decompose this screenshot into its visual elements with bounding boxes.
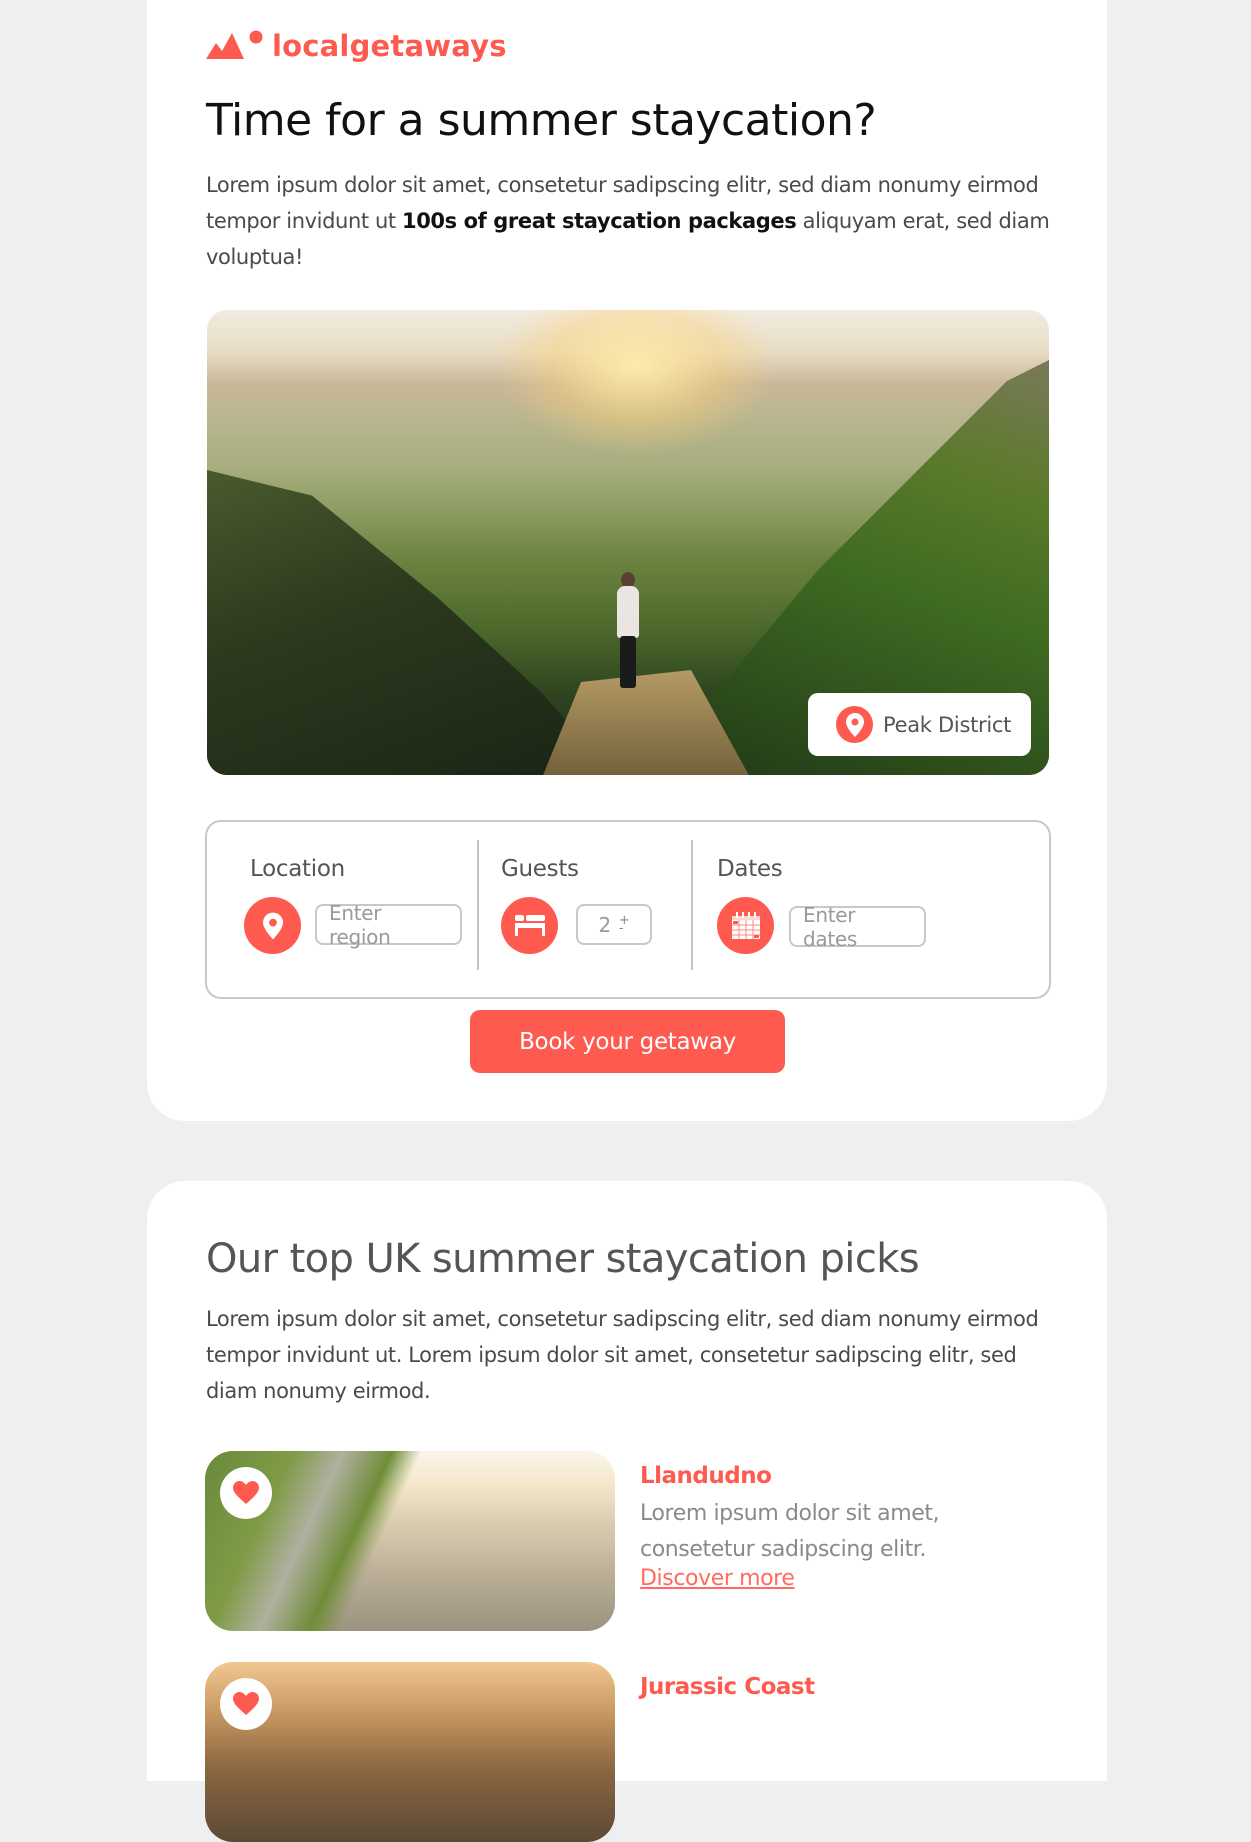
pick-image[interactable] [205, 1451, 615, 1631]
discover-more-link[interactable]: Discover more [640, 1566, 795, 1591]
location-label: Location [250, 856, 345, 882]
map-pin-icon [836, 706, 873, 743]
guests-section: Guests 2 + - [481, 822, 695, 997]
dates-input[interactable]: Enter dates [789, 903, 926, 951]
hero-image: Peak District [207, 310, 1049, 775]
heart-icon [233, 1692, 259, 1715]
picks-card: Our top UK summer staycation picks Lorem… [147, 1181, 1107, 1842]
calendar-icon [717, 897, 774, 954]
hero-intro: Lorem ipsum dolor sit amet, consetetur s… [206, 167, 1066, 275]
stepper-controls[interactable]: + - [619, 914, 630, 935]
mountain-logo-icon [206, 30, 263, 59]
dates-label: Dates [717, 856, 783, 882]
booking-search-form: Location Enter region Guests 2 + - Dates [205, 820, 1051, 999]
guests-label: Guests [501, 856, 579, 882]
brand-name: localgetaways [272, 29, 507, 63]
book-getaway-button[interactable]: Book your getaway [470, 1010, 785, 1073]
hero-card: localgetaways Time for a summer staycati… [147, 0, 1107, 1121]
pick-title: Llandudno [640, 1463, 772, 1489]
dates-section: Dates Enter dates [695, 822, 1051, 997]
intro-highlight: 100s of great staycation packages [401, 209, 797, 233]
hero-image-person [613, 572, 643, 692]
region-input[interactable]: Enter region [315, 901, 462, 949]
picks-title: Our top UK summer staycation picks [206, 1236, 920, 1282]
favorite-button[interactable] [220, 1467, 272, 1519]
guests-stepper[interactable]: 2 + - [576, 904, 652, 945]
guests-value: 2 [598, 912, 611, 937]
pick-item: Jurassic Coast [205, 1662, 1065, 1842]
favorite-button[interactable] [220, 1678, 272, 1730]
location-badge-label: Peak District [883, 712, 1012, 737]
page-title: Time for a summer staycation? [206, 95, 877, 146]
location-section: Location Enter region [207, 822, 481, 997]
pick-item: Llandudno Lorem ipsum dolor sit amet, co… [205, 1451, 1065, 1631]
brand-logo[interactable]: localgetaways [206, 29, 507, 63]
pick-title: Jurassic Coast [640, 1674, 815, 1700]
bed-icon [501, 897, 558, 954]
decrement-button[interactable]: - [619, 922, 630, 935]
pick-description: Lorem ipsum dolor sit amet, consetetur s… [640, 1501, 940, 1562]
heart-icon [233, 1481, 259, 1504]
location-badge[interactable]: Peak District [808, 693, 1031, 756]
pick-image[interactable] [205, 1662, 615, 1842]
map-pin-icon [244, 897, 301, 954]
picks-intro: Lorem ipsum dolor sit amet, consetetur s… [206, 1307, 1039, 1403]
